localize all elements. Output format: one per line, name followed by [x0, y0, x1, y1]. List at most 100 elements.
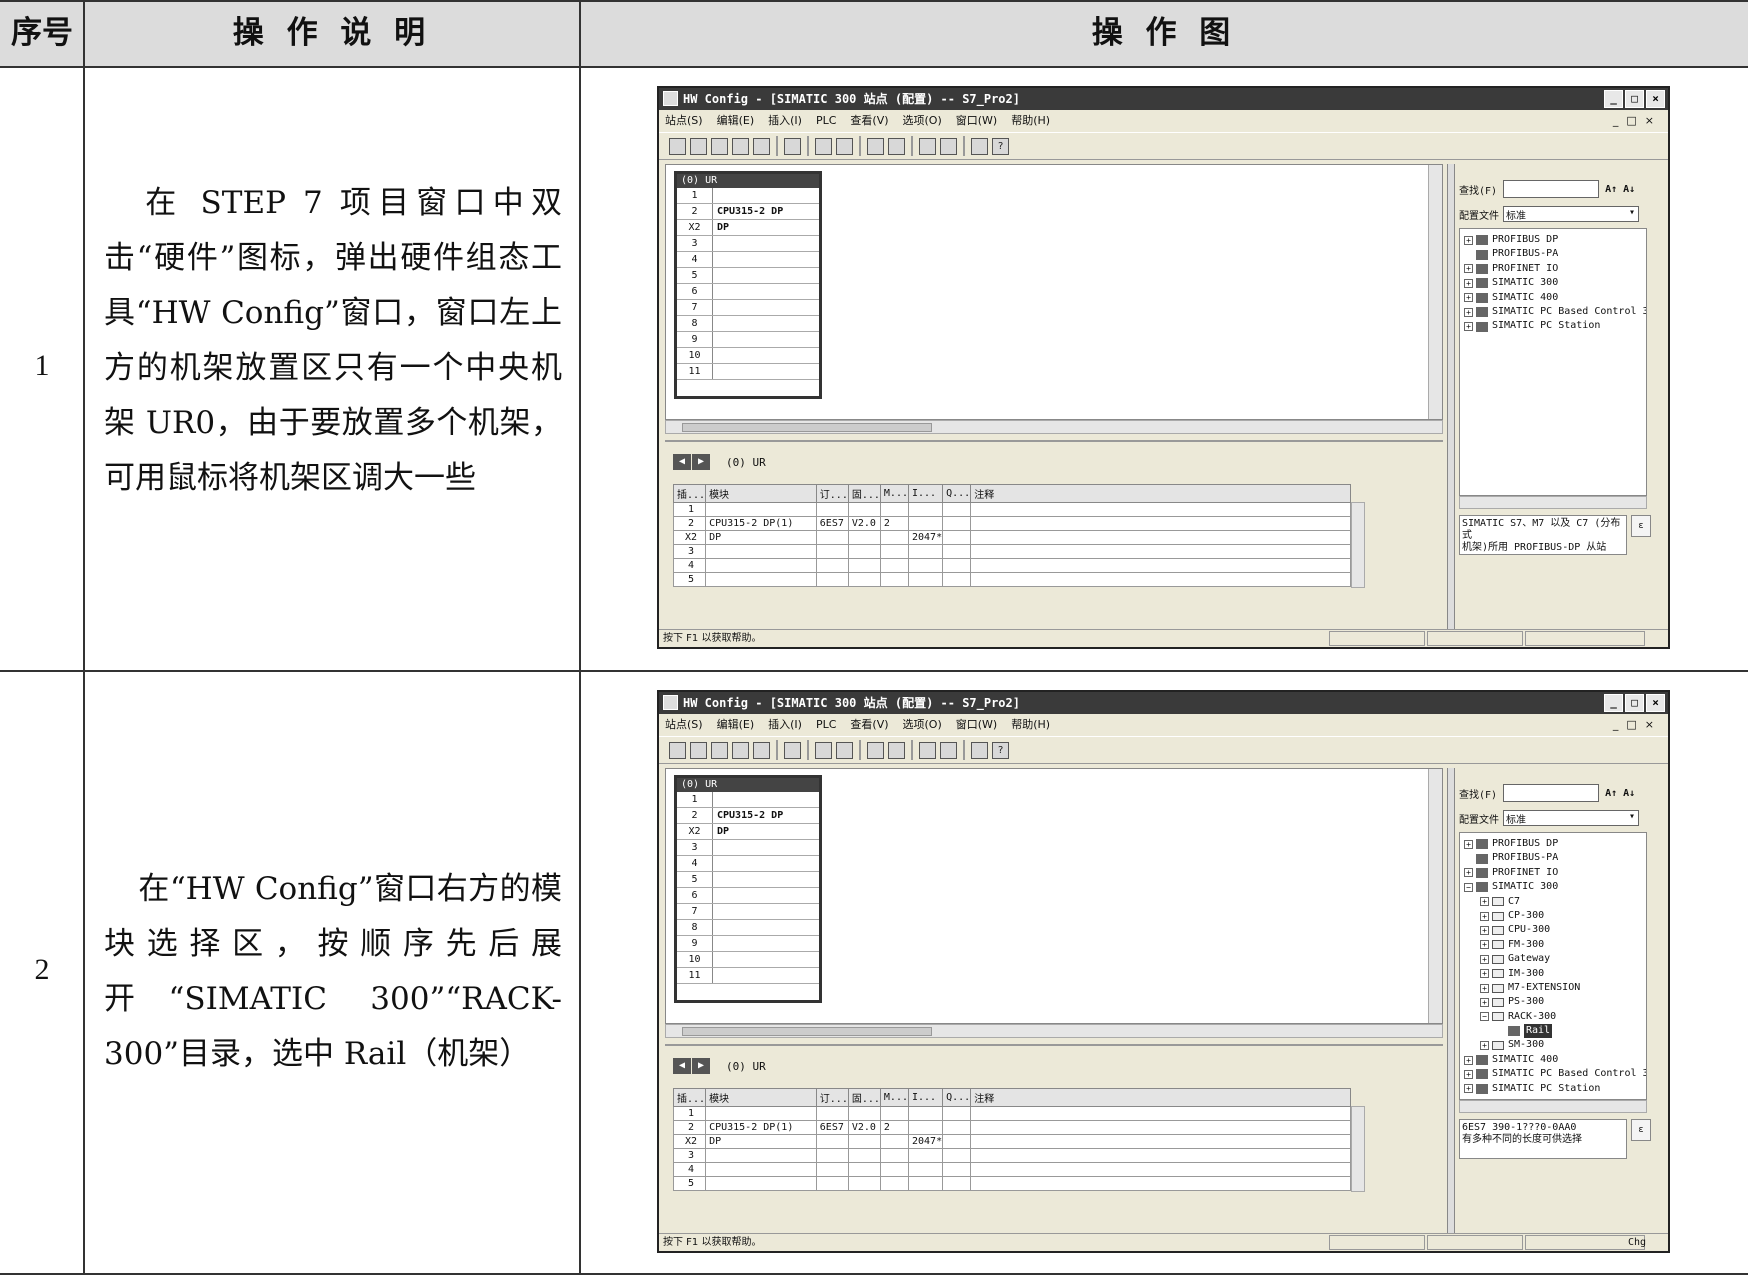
expand-toggle-icon[interactable]: +: [1464, 264, 1473, 274]
menu-item[interactable]: 帮助(H): [1011, 110, 1050, 132]
catalog-tree-item[interactable]: + IM-300: [1460, 967, 1646, 981]
new-icon[interactable]: [669, 741, 686, 759]
maximize-button[interactable]: □: [1625, 90, 1644, 108]
forward-arrow-icon[interactable]: ▶: [692, 454, 710, 470]
splitter[interactable]: [1447, 164, 1455, 630]
catalog-tree-item[interactable]: + CPU-300: [1460, 923, 1646, 937]
copy-icon[interactable]: [815, 741, 832, 759]
catalog-scrollbar[interactable]: [1459, 496, 1647, 509]
help-icon[interactable]: ?: [992, 741, 1009, 759]
rack-slot-row[interactable]: 3: [677, 840, 819, 856]
catalog-tree-item[interactable]: + SIMATIC 400: [1460, 1053, 1646, 1067]
catalog-icon[interactable]: [940, 137, 957, 155]
detail-scrollbar[interactable]: [1351, 502, 1365, 588]
menu-item[interactable]: 插入(I): [768, 714, 802, 736]
rack-slot-row[interactable]: 4: [677, 252, 819, 268]
catalog-tree-item[interactable]: + M7-EXTENSION: [1460, 981, 1646, 995]
rack-slot-row[interactable]: 7: [677, 300, 819, 316]
network-icon[interactable]: [971, 137, 988, 155]
menu-item[interactable]: 站点(S): [665, 110, 703, 132]
catalog-tree-item[interactable]: − SIMATIC 300: [1460, 880, 1646, 894]
catalog-tree-item[interactable]: + SIMATIC 400: [1460, 291, 1646, 305]
table-row[interactable]: 4: [672, 1162, 1351, 1177]
column-header[interactable]: 模块: [705, 484, 817, 503]
table-row[interactable]: 3: [672, 544, 1351, 559]
column-header[interactable]: 模块: [705, 1088, 817, 1107]
rack-slot-row[interactable]: 10: [677, 952, 819, 968]
catalog-tree-item[interactable]: + Gateway: [1460, 952, 1646, 966]
table-row[interactable]: 1: [672, 502, 1351, 517]
expand-toggle-icon[interactable]: +: [1480, 940, 1489, 950]
menu-item[interactable]: 编辑(E): [717, 110, 755, 132]
rack-slot-row[interactable]: 9: [677, 332, 819, 348]
expand-toggle-icon[interactable]: +: [1480, 926, 1489, 936]
menu-item[interactable]: 站点(S): [665, 714, 703, 736]
rack-slot-row[interactable]: 2 CPU315-2 DP: [677, 808, 819, 824]
save-compile-icon[interactable]: [753, 741, 770, 759]
close-button[interactable]: ×: [1646, 694, 1665, 712]
open-icon[interactable]: [690, 137, 707, 155]
rack-slot-row[interactable]: 6: [677, 284, 819, 300]
find-buttons[interactable]: A↑ A↓: [1605, 184, 1635, 195]
rack-slot-row[interactable]: 6: [677, 888, 819, 904]
find-buttons[interactable]: A↑ A↓: [1605, 788, 1635, 799]
menu-item[interactable]: 帮助(H): [1011, 714, 1050, 736]
menu-item[interactable]: PLC: [816, 714, 836, 736]
new-icon[interactable]: [669, 137, 686, 155]
open-online-icon[interactable]: [711, 741, 728, 759]
menu-item[interactable]: 窗口(W): [956, 714, 997, 736]
catalog-icon[interactable]: [940, 741, 957, 759]
network-icon[interactable]: [971, 741, 988, 759]
table-row[interactable]: 1: [672, 1106, 1351, 1121]
save-compile-icon[interactable]: [753, 137, 770, 155]
expand-toggle-icon[interactable]: +: [1464, 293, 1473, 303]
expand-toggle-icon[interactable]: +: [1464, 839, 1473, 849]
minimize-button[interactable]: _: [1604, 90, 1623, 108]
table-row[interactable]: 3: [672, 1148, 1351, 1163]
download-icon[interactable]: [867, 741, 884, 759]
copy-icon[interactable]: [815, 137, 832, 155]
find-input[interactable]: [1503, 784, 1600, 802]
vertical-scrollbar[interactable]: [1428, 769, 1442, 1023]
column-header[interactable]: 注释: [970, 484, 1351, 503]
catalog-tree-item[interactable]: + PROFIBUS DP: [1460, 837, 1646, 851]
profile-select[interactable]: 标准: [1503, 810, 1639, 826]
rack-slot-row[interactable]: 8: [677, 316, 819, 332]
catalog-tree-item[interactable]: PROFIBUS-PA: [1460, 247, 1646, 261]
table-row[interactable]: X2 DP 2047*: [672, 1134, 1351, 1149]
expand-toggle-icon[interactable]: +: [1480, 897, 1489, 907]
column-header[interactable]: 插...: [672, 484, 707, 503]
catalog-tree-item[interactable]: + PROFINET IO: [1460, 866, 1646, 880]
help-icon[interactable]: ?: [992, 137, 1009, 155]
module-info-icon[interactable]: [919, 741, 936, 759]
column-header[interactable]: 固...: [847, 1088, 881, 1107]
catalog-tree-item[interactable]: + PROFINET IO: [1460, 262, 1646, 276]
menu-item[interactable]: 查看(V): [850, 714, 888, 736]
rack-slot-row[interactable]: 4: [677, 856, 819, 872]
column-header[interactable]: Q...: [942, 484, 972, 503]
expand-toggle-icon[interactable]: +: [1480, 983, 1489, 993]
print-icon[interactable]: [784, 137, 801, 155]
catalog-tree-item[interactable]: + CP-300: [1460, 909, 1646, 923]
rack-slot-row[interactable]: 1: [677, 188, 819, 204]
table-row[interactable]: 2 CPU315-2 DP(1) 6ES7 V2.0 2: [672, 516, 1351, 531]
info-toggle-icon[interactable]: ε: [1631, 515, 1651, 537]
catalog-tree-item[interactable]: + SIMATIC PC Based Control 300/400: [1460, 1067, 1646, 1081]
rack-slot-row[interactable]: X2 DP: [677, 824, 819, 840]
expand-toggle-icon[interactable]: +: [1464, 1084, 1473, 1094]
expand-toggle-icon[interactable]: +: [1480, 954, 1489, 964]
table-row[interactable]: 5: [672, 1176, 1351, 1191]
column-header[interactable]: Q...: [942, 1088, 972, 1107]
rack-slot-row[interactable]: 3: [677, 236, 819, 252]
column-header[interactable]: 订...: [815, 1088, 849, 1107]
rack-slot-row[interactable]: X2 DP: [677, 220, 819, 236]
catalog-tree-item[interactable]: + SM-300: [1460, 1038, 1646, 1052]
menu-item[interactable]: 选项(O): [903, 714, 942, 736]
expand-toggle-icon[interactable]: −: [1464, 882, 1473, 892]
column-header[interactable]: I...: [907, 484, 944, 503]
table-row[interactable]: X2 DP 2047*: [672, 530, 1351, 545]
rack-slot-row[interactable]: 10: [677, 348, 819, 364]
rack-slot-row[interactable]: 9: [677, 936, 819, 952]
expand-toggle-icon[interactable]: +: [1464, 1069, 1473, 1079]
expand-toggle-icon[interactable]: +: [1480, 997, 1489, 1007]
